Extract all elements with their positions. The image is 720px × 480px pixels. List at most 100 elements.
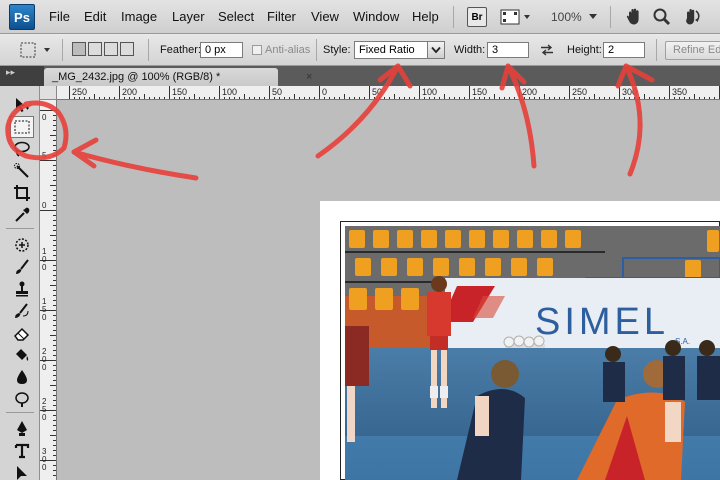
history-brush-tool[interactable] [10, 300, 34, 322]
document-tab[interactable]: _MG_2432.jpg @ 100% (RGB/8) * × [44, 68, 312, 86]
antialias-label: Anti-alias [265, 44, 311, 56]
ruler-label: 0 [322, 87, 328, 97]
bridge-button[interactable]: Br [467, 7, 487, 27]
menu-image[interactable]: Image [121, 9, 157, 24]
healing-brush-tool[interactable] [10, 234, 34, 256]
banner-text: SIMEL [535, 301, 669, 343]
ruler-label: 250 [572, 87, 588, 97]
brush-tool[interactable] [10, 256, 34, 278]
volleyball-photo[interactable]: SIMEL S.A. [345, 226, 720, 480]
vertical-ruler[interactable]: 0 5 0 1 0 0 1 5 0 2 0 0 2 5 0 3 0 0 [40, 100, 57, 480]
blur-tool[interactable] [10, 366, 34, 388]
path-selection-tool[interactable] [10, 462, 34, 480]
zoom-dropdown-icon[interactable] [588, 9, 598, 26]
lasso-tool[interactable] [10, 138, 34, 160]
dodge-tool[interactable] [10, 388, 34, 410]
ruler-label: 0 [42, 201, 47, 210]
ruler-label: 100 [222, 87, 238, 97]
horizontal-ruler-ticks [69, 86, 720, 99]
view-extras-icon[interactable] [500, 7, 534, 30]
ruler-label: 150 [472, 87, 488, 97]
close-icon[interactable]: × [306, 68, 312, 86]
chevron-down-icon[interactable] [427, 42, 444, 58]
menu-help[interactable]: Help [412, 9, 439, 24]
eyedropper-tool[interactable] [10, 204, 34, 226]
document-tab-title: _MG_2432.jpg @ 100% (RGB/8) * [52, 71, 221, 83]
width-label: Width: [454, 44, 486, 56]
document-tab-strip: ▸▸ _MG_2432.jpg @ 100% (RGB/8) * × [0, 66, 720, 86]
move-icon [16, 98, 29, 112]
antialias-checkbox[interactable] [252, 45, 262, 55]
ruler-label: 3 0 0 [42, 447, 47, 472]
eraser-icon [14, 327, 30, 341]
zoom-tool-icon[interactable] [652, 7, 672, 30]
menubar-separator [610, 6, 611, 28]
photoshop-logo: Ps [9, 4, 35, 30]
ruler-origin[interactable] [40, 86, 57, 100]
pen-icon [17, 421, 27, 436]
menubar-separator [453, 6, 454, 28]
options-separator [316, 39, 317, 61]
ruler-label: 50 [272, 87, 283, 97]
ruler-label: 1 0 0 [42, 247, 47, 272]
pen-tool[interactable] [10, 418, 34, 440]
menu-layer[interactable]: Layer [172, 9, 205, 24]
add-selection-mode-button[interactable] [88, 42, 102, 56]
lasso-icon [14, 141, 30, 157]
blur-drop-icon [17, 370, 27, 384]
ruler-label: 50 [372, 87, 383, 97]
swap-dimensions-icon[interactable] [540, 44, 554, 59]
crop-tool[interactable] [10, 182, 34, 204]
menu-edit[interactable]: Edit [84, 9, 106, 24]
hand-tool-icon[interactable] [624, 7, 644, 30]
ruler-label: 0 [42, 113, 47, 122]
quick-selection-icon [14, 163, 29, 178]
menu-view[interactable]: View [311, 9, 339, 24]
ruler-label: 150 [172, 87, 188, 97]
ruler-label: 5 [42, 151, 47, 160]
subtract-selection-mode-button[interactable] [104, 42, 118, 56]
intersect-selection-mode-button[interactable] [120, 42, 134, 56]
style-select[interactable]: Fixed Ratio [354, 41, 445, 59]
style-select-value: Fixed Ratio [359, 44, 415, 56]
healing-brush-icon [15, 238, 29, 252]
ruler-label: 100 [422, 87, 438, 97]
dodge-icon [15, 392, 29, 407]
rotate-view-icon[interactable] [681, 7, 703, 30]
options-bar: Feather: 0 px Anti-alias Style: Fixed Ra… [0, 34, 720, 66]
quick-selection-tool[interactable] [10, 160, 34, 182]
history-brush-icon [15, 303, 29, 318]
height-label: Height: [567, 44, 602, 56]
ruler-label: 1 5 0 [42, 297, 47, 322]
ruler-label: 200 [122, 87, 138, 97]
eraser-tool[interactable] [10, 322, 34, 344]
ruler-label: 2 5 0 [42, 397, 47, 422]
menu-select[interactable]: Select [218, 9, 254, 24]
ruler-label: 300 [622, 87, 638, 97]
menu-file[interactable]: File [49, 9, 70, 24]
width-input[interactable]: 3 [487, 42, 529, 58]
menu-bar: Ps File Edit Image Layer Select Filter V… [0, 0, 720, 34]
horizontal-ruler[interactable]: 250 200 150 100 50 0 50 100 150 200 250 … [57, 86, 720, 100]
type-tool[interactable] [10, 440, 34, 462]
height-input[interactable]: 2 [603, 42, 645, 58]
paint-bucket-icon [16, 349, 29, 361]
menu-filter[interactable]: Filter [267, 9, 296, 24]
ruler-label: 350 [672, 87, 688, 97]
paint-bucket-tool[interactable] [10, 344, 34, 366]
rectangular-marquee-tool[interactable] [10, 116, 34, 138]
eyedropper-icon [15, 207, 30, 222]
refine-edge-button[interactable]: Refine Edge... [665, 41, 720, 60]
menu-window[interactable]: Window [353, 9, 399, 24]
clone-stamp-icon [16, 281, 28, 297]
feather-input[interactable]: 0 px [200, 42, 243, 58]
new-selection-mode-button[interactable] [72, 42, 86, 56]
options-separator [62, 39, 63, 61]
zoom-level[interactable]: 100% [551, 10, 582, 24]
collapse-panels-icon[interactable]: ▸▸ [0, 66, 44, 86]
move-tool[interactable] [10, 94, 34, 116]
ruler-label: 200 [522, 87, 538, 97]
clone-stamp-tool[interactable] [10, 278, 34, 300]
marquee-preset-icon[interactable] [20, 42, 54, 61]
crop-icon [14, 185, 30, 201]
